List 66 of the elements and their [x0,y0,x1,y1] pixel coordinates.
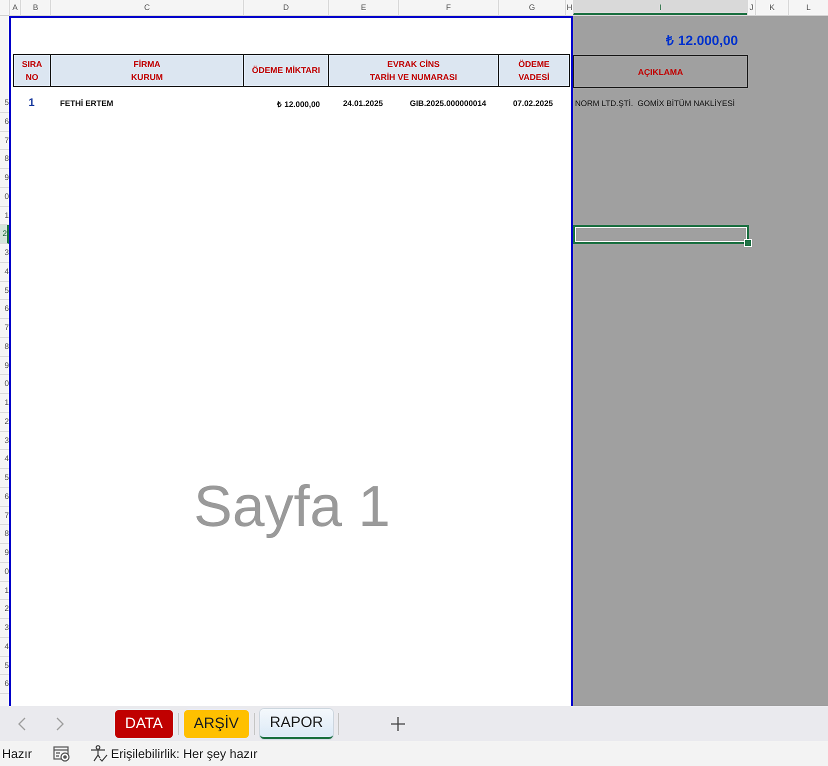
accessibility-icon[interactable] [90,745,108,762]
macro-record-icon[interactable] [52,746,71,762]
row-header[interactable]: 9 [0,544,9,563]
row-header[interactable]: 7 [0,506,9,526]
accessibility-status[interactable]: Erişilebilirlik: Her şey hazır [108,746,258,760]
column-header[interactable]: L [788,0,828,15]
row-header[interactable]: 8 [0,338,9,356]
table-header-cell-text: ÖDEME VADESİ [517,58,551,84]
column-header[interactable]: J [747,0,755,15]
table-header-cell: FİRMA KURUM [51,55,244,86]
row-header[interactable]: 4 [0,262,9,282]
row-header[interactable]: 3 [0,244,9,263]
row-header[interactable]: 5 [0,94,9,113]
sheet-tab[interactable]: RAPOR [260,708,334,738]
column-header[interactable]: A [9,0,20,15]
row-header[interactable]: 5 [0,656,9,676]
row-header[interactable]: 7 [0,319,9,338]
page-label: Sayfa 1 [192,472,392,540]
table-cell-text: NORM LTD.ŞTİ. GOMİX BİTÜM NAKLİYESİ [574,98,735,108]
status-text: Hazır [1,746,32,760]
table-cell-text: GIB.2025.000000014 [408,98,488,108]
row-header[interactable]: 3 [0,619,9,638]
column-header[interactable]: C [50,0,243,15]
row-header[interactable]: 6 [0,300,9,319]
row-header[interactable]: 0 [0,562,9,582]
row-header[interactable]: 9 [0,169,9,188]
total-amount: ₺ 12.000,00 [665,32,739,49]
row-header[interactable]: 2 [0,225,9,244]
sheet-tab[interactable]: ARŞİV [184,710,249,738]
row-header[interactable]: 0 [0,188,9,206]
table-header-cell: AÇIKLAMA [573,55,748,88]
selected-cell[interactable] [573,225,749,244]
row-header[interactable]: 1 [0,394,9,413]
column-header[interactable]: D [243,0,328,15]
row-header[interactable]: 6 [0,112,9,132]
column-header[interactable]: E [328,0,398,15]
row-header[interactable]: 3 [0,432,9,450]
table-cell-text: 07.02.2025 [512,98,554,108]
column-header[interactable]: G [498,0,565,15]
row-header[interactable]: 9 [0,356,9,376]
column-header[interactable]: I [573,0,747,15]
table-header-cell: ÖDEME MİKTARI [244,55,329,86]
table-cell-text: 1 [27,97,36,110]
table-cell-text: 24.01.2025 [342,98,384,108]
row-header[interactable]: 7 [0,132,9,150]
column-header[interactable]: B [20,0,50,15]
table-cell-text: FETHİ ERTEM [59,98,114,108]
row-header[interactable]: 2 [0,412,9,432]
table-header-cell: SIRA NO [14,55,51,86]
row-header[interactable]: 1 [0,582,9,600]
row-header[interactable]: 8 [0,525,9,544]
table-header-cell: EVRAK CİNS TARİH VE NUMARASI [329,55,499,86]
row-header[interactable]: 6 [0,675,9,694]
table-cell-text: ₺ 12.000,00 [276,98,321,109]
row-header[interactable]: 2 [0,600,9,619]
sheet-tab[interactable]: DATA [115,710,173,738]
row-header[interactable]: 4 [0,450,9,469]
plus-icon[interactable] [391,716,406,730]
row-header[interactable]: 0 [0,375,9,394]
column-header[interactable]: K [755,0,788,15]
row-header[interactable]: 8 [0,150,9,169]
column-header[interactable]: F [398,0,498,15]
row-header[interactable]: 4 [0,638,9,656]
row-header[interactable]: 5 [0,282,9,300]
row-header[interactable]: 5 [0,469,9,488]
row-header[interactable]: 6 [0,488,9,506]
